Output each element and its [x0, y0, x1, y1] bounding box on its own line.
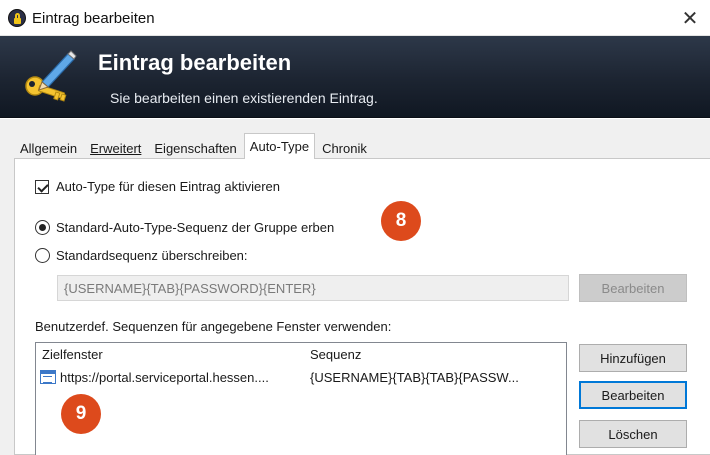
close-icon: ✕: [681, 7, 699, 30]
dialog-banner: Eintrag bearbeiten Sie bearbeiten einen …: [0, 36, 710, 118]
custom-sequences-list[interactable]: Zielfenster Sequenz https://portal.servi…: [35, 342, 567, 455]
tab-properties[interactable]: Eigenschaften: [148, 137, 243, 159]
tab-history[interactable]: Chronik: [316, 137, 373, 159]
tab-advanced-label: Erweitert: [90, 141, 142, 156]
inherit-sequence-row[interactable]: Standard-Auto-Type-Sequenz der Gruppe er…: [35, 220, 334, 235]
window-icon: [40, 370, 56, 384]
enable-auto-type-label: Auto-Type für diesen Eintrag aktivieren: [56, 179, 281, 194]
list-item-sequence: {USERNAME}{TAB}{TAB}{PASSW...: [310, 370, 519, 385]
list-item-window: https://portal.serviceportal.hessen....: [60, 370, 269, 385]
add-button[interactable]: Hinzufügen: [579, 344, 687, 372]
custom-sequences-label: Benutzerdef. Sequenzen für angegebene Fe…: [35, 319, 392, 334]
tab-general[interactable]: Allgemein: [14, 137, 84, 159]
banner-title: Eintrag bearbeiten: [98, 50, 292, 75]
edit-button[interactable]: Bearbeiten: [579, 381, 687, 409]
enable-auto-type-row[interactable]: Auto-Type für diesen Eintrag aktivieren: [35, 179, 280, 194]
title-bar: Eintrag bearbeiten ✕: [0, 0, 710, 36]
inherit-sequence-label: Standard-Auto-Type-Sequenz der Gruppe er…: [56, 220, 335, 235]
keepass-lock-icon: [8, 9, 26, 27]
key-pen-icon: [25, 50, 77, 102]
inherit-sequence-radio[interactable]: [35, 220, 50, 235]
override-sequence-radio[interactable]: [35, 248, 50, 263]
enable-auto-type-checkbox[interactable]: [35, 179, 49, 194]
override-sequence-row[interactable]: Standardsequenz überschreiben:: [35, 248, 248, 263]
delete-button[interactable]: Löschen: [579, 420, 687, 448]
window-title: Eintrag bearbeiten: [32, 10, 155, 27]
tab-strip: Allgemein Erweitert Eigenschaften Auto-T…: [14, 133, 374, 159]
default-sequence-field[interactable]: {USERNAME}{TAB}{PASSWORD}{ENTER}: [57, 275, 569, 301]
callout-badge-9: 9: [61, 394, 101, 434]
list-item[interactable]: https://portal.serviceportal.hessen.... …: [40, 367, 564, 387]
list-header: Zielfenster Sequenz: [42, 347, 562, 363]
edit-default-sequence-button[interactable]: Bearbeiten: [579, 274, 687, 302]
callout-badge-8: 8: [381, 201, 421, 241]
column-sequence[interactable]: Sequenz: [310, 347, 361, 362]
close-button[interactable]: ✕: [670, 0, 710, 36]
override-sequence-label: Standardsequenz überschreiben:: [56, 248, 248, 263]
auto-type-tab-page: Auto-Type für diesen Eintrag aktivieren …: [14, 158, 710, 455]
tab-advanced[interactable]: Erweitert: [84, 137, 148, 159]
banner-subtitle: Sie bearbeiten einen existierenden Eintr…: [110, 90, 378, 106]
column-target-window[interactable]: Zielfenster: [42, 347, 103, 362]
tab-auto-type[interactable]: Auto-Type: [243, 133, 316, 159]
dialog-content: Allgemein Erweitert Eigenschaften Auto-T…: [0, 119, 710, 455]
